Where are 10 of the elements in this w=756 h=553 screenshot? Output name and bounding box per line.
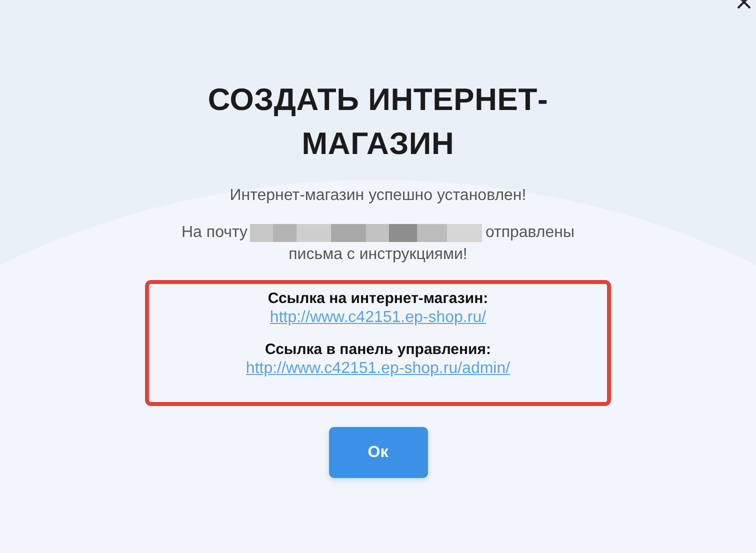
- link-label: Ссылка в панель управления:: [264, 341, 492, 358]
- dialog-title: СОЗДАТЬ ИНТЕРНЕТ-МАГАЗИН: [206, 81, 550, 163]
- ok-button[interactable]: Ок: [328, 427, 428, 478]
- notice-text: письма с инструкциями!: [288, 245, 468, 265]
- link-label: Ссылка на интернет-магазин:: [268, 290, 488, 307]
- url-link[interactable]: http://www.c42151.ep-shop.ru/: [270, 309, 486, 327]
- notice-text: отправлены: [485, 223, 574, 243]
- notice-text: На почту: [182, 223, 248, 243]
- success-message: Интернет-магазин успешно установлен!: [230, 187, 526, 205]
- url-link[interactable]: http://www.c42151.ep-shop.ru/admin/: [246, 360, 510, 378]
